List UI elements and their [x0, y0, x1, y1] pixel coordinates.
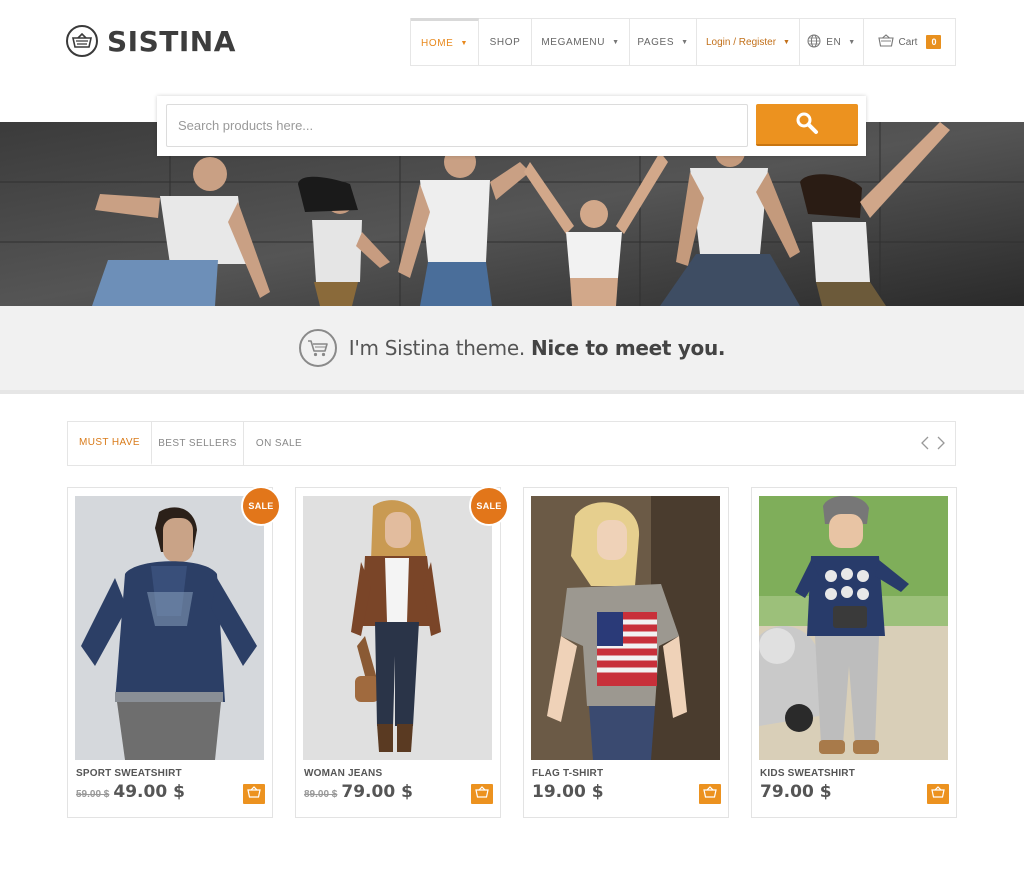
chevron-right-icon[interactable] — [936, 435, 946, 451]
current-price: 49.00 $ — [113, 782, 185, 802]
product-price: 79.00 $ — [760, 782, 832, 802]
welcome-heading: I'm Sistina theme. Nice to meet you. — [348, 336, 726, 360]
search-input[interactable] — [166, 104, 748, 147]
cart-icon — [877, 34, 894, 50]
chevron-down-icon: ▼ — [783, 38, 790, 46]
cart-link[interactable]: Cart 0 — [864, 19, 955, 65]
product-card[interactable]: SALE WOMAN JEANS 89.00 $ 79.00 $ — [295, 486, 509, 818]
product-name[interactable]: KIDS SWEATSHIRT — [760, 768, 855, 779]
current-price: 79.00 $ — [341, 782, 413, 802]
nav-label: PAGES — [637, 36, 675, 48]
chevron-down-icon: ▼ — [681, 38, 689, 46]
nav-item-shop[interactable]: SHOP — [479, 19, 532, 65]
product-card[interactable]: FLAG T-SHIRT 19.00 $ — [523, 487, 729, 818]
product-tabs: MUST HAVE BEST SELLERS ON SALE — [67, 421, 956, 466]
product-price: 19.00 $ — [532, 782, 604, 802]
add-to-cart-button[interactable] — [243, 784, 265, 804]
search-button[interactable] — [756, 104, 858, 146]
search-panel — [157, 96, 866, 156]
tab-on-sale[interactable]: ON SALE — [244, 422, 314, 465]
product-card[interactable]: KIDS SWEATSHIRT 79.00 $ — [751, 487, 957, 818]
old-price: 59.00 $ — [76, 789, 110, 800]
carousel-arrows — [920, 435, 946, 451]
nav-label: Login / Register — [706, 36, 777, 48]
tab-best-sellers[interactable]: BEST SELLERS — [152, 422, 244, 465]
search-icon — [795, 111, 819, 138]
add-to-cart-button[interactable] — [699, 784, 721, 804]
nav-item-megamenu[interactable]: MEGAMENU ▼ — [532, 19, 630, 65]
shopping-cart-icon — [298, 329, 337, 367]
sale-badge: SALE — [469, 486, 509, 526]
product-card[interactable]: SALE SPORT SWEATSHIRT 59.00 $ 49.00 $ — [67, 486, 281, 818]
product-name[interactable]: FLAG T-SHIRT — [532, 768, 603, 779]
current-price: 19.00 $ — [532, 782, 604, 802]
nav-item-login-register[interactable]: Login / Register ▼ — [697, 19, 800, 65]
welcome-text-bold: Nice to meet you. — [530, 336, 726, 360]
tab-must-have[interactable]: MUST HAVE — [68, 422, 152, 465]
product-name[interactable]: WOMAN JEANS — [304, 768, 382, 779]
product-image[interactable] — [303, 496, 492, 760]
add-to-cart-icon — [931, 785, 945, 803]
nav-label: SHOP — [489, 36, 521, 48]
chevron-down-icon: ▼ — [460, 39, 468, 47]
nav-label: HOME — [421, 37, 454, 49]
nav-item-pages[interactable]: PAGES ▼ — [630, 19, 697, 65]
language-selector[interactable]: EN ▼ — [800, 19, 864, 65]
nav-label: MEGAMENU — [541, 36, 606, 48]
chevron-down-icon: ▼ — [848, 38, 856, 46]
product-price: 59.00 $ 49.00 $ — [76, 782, 185, 802]
brand-name: SISTINA — [107, 24, 236, 58]
basket-logo-icon — [66, 25, 98, 57]
main-navigation: HOME ▼ SHOP MEGAMENU ▼ PAGES ▼ Login / Regi… — [410, 18, 956, 66]
sale-badge: SALE — [241, 486, 281, 526]
add-to-cart-icon — [475, 785, 489, 803]
old-price: 89.00 $ — [304, 789, 338, 800]
product-name[interactable]: SPORT SWEATSHIRT — [76, 768, 182, 779]
chevron-down-icon: ▼ — [612, 38, 620, 46]
current-price: 79.00 $ — [760, 782, 832, 802]
product-image[interactable] — [759, 496, 948, 760]
cart-count-badge: 0 — [926, 35, 942, 49]
chevron-left-icon[interactable] — [920, 435, 930, 451]
language-label: EN — [826, 36, 842, 48]
product-price: 89.00 $ 79.00 $ — [304, 782, 413, 802]
product-image[interactable] — [531, 496, 720, 760]
add-to-cart-icon — [247, 785, 261, 803]
product-image[interactable] — [75, 496, 264, 760]
welcome-text-regular: I'm Sistina theme. — [348, 336, 525, 360]
cart-label: Cart — [898, 36, 918, 48]
brand-logo[interactable]: SISTINA — [66, 24, 236, 58]
nav-item-home[interactable]: HOME ▼ — [411, 18, 479, 65]
globe-icon — [807, 34, 821, 51]
welcome-banner: I'm Sistina theme. Nice to meet you. — [0, 306, 1024, 394]
add-to-cart-icon — [703, 785, 717, 803]
add-to-cart-button[interactable] — [927, 784, 949, 804]
add-to-cart-button[interactable] — [471, 784, 493, 804]
